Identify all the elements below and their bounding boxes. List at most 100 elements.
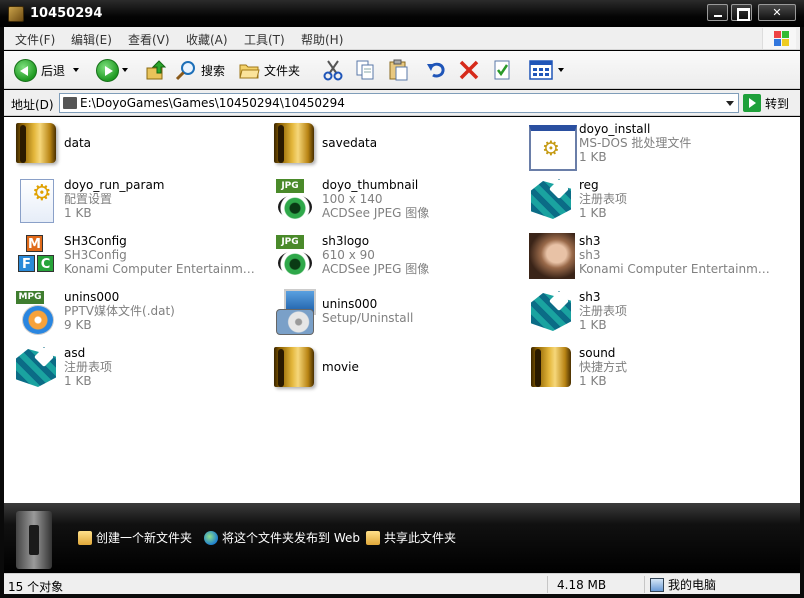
- media-file-icon: [12, 287, 60, 335]
- file-item[interactable]: sh3 注册表项 1 KB: [523, 285, 773, 337]
- config-file-icon: [12, 175, 60, 223]
- file-type: 注册表项: [64, 360, 113, 374]
- undo-button[interactable]: [425, 58, 447, 82]
- forward-arrow-icon: [96, 58, 119, 82]
- maximize-button[interactable]: [731, 4, 752, 21]
- file-item[interactable]: movie: [266, 341, 516, 393]
- chevron-down-icon[interactable]: [122, 68, 128, 72]
- file-name: savedata: [322, 136, 378, 150]
- file-item[interactable]: MFC SH3Config SH3Config Konami Computer En…: [8, 229, 259, 281]
- share-folder-icon: [366, 530, 380, 545]
- task-share-folder[interactable]: 共享此文件夹: [366, 529, 456, 546]
- task-publish-web[interactable]: 将这个文件夹发布到 Web: [204, 529, 360, 546]
- search-button[interactable]: 搜索: [175, 58, 225, 82]
- delete-button[interactable]: [458, 58, 480, 82]
- object-count: 15 个对象: [8, 580, 64, 594]
- file-name: movie: [322, 360, 359, 374]
- file-name: sound: [579, 346, 616, 360]
- file-item[interactable]: doyo_thumbnail100 x 140ACDSee JPEG 图像: [266, 173, 516, 225]
- menu-favorites[interactable]: 收藏(A): [186, 31, 228, 48]
- window-title: 10450294: [30, 6, 103, 21]
- file-type: ACDSee JPEG 图像: [322, 262, 430, 276]
- window-border: [800, 27, 804, 598]
- menu-help[interactable]: 帮助(H): [301, 31, 343, 48]
- file-item[interactable]: unins000 Setup/Uninstall: [266, 285, 516, 337]
- search-icon: [175, 61, 195, 81]
- explorer-window: 10450294 ✕ 文件(F) 编辑(E) 查看(V) 收藏(A) 工具(T)…: [0, 0, 804, 598]
- file-size: 1 KB: [64, 206, 92, 220]
- paste-button[interactable]: [387, 58, 409, 82]
- copy-button[interactable]: [354, 58, 376, 82]
- file-name: doyo_install: [579, 122, 651, 136]
- file-company: Konami Computer Entertainment ...: [579, 262, 774, 276]
- close-button[interactable]: ✕: [758, 4, 796, 21]
- file-item[interactable]: unins000PPTV媒体文件(.dat)9 KB: [8, 285, 258, 337]
- file-item[interactable]: doyo_run_param配置设置1 KB: [8, 173, 258, 225]
- folders-button[interactable]: 文件夹: [238, 58, 300, 82]
- setup-icon: [270, 287, 318, 335]
- window-border: [0, 27, 4, 598]
- chevron-down-icon[interactable]: [722, 95, 737, 111]
- file-item[interactable]: sound 快捷方式 1 KB: [523, 341, 773, 393]
- window-border: [0, 594, 804, 598]
- properties-button[interactable]: [491, 58, 513, 82]
- menu-view[interactable]: 查看(V): [128, 31, 170, 48]
- cut-button[interactable]: [322, 58, 344, 82]
- file-list-pane[interactable]: data savedata doyo_installMS-DOS 批处理文件1 …: [4, 117, 800, 503]
- back-button[interactable]: 后退: [14, 58, 80, 82]
- address-path[interactable]: E:\DoyoGames\Games\10450294\10450294: [80, 96, 345, 110]
- jpeg-image-icon: [270, 175, 318, 223]
- total-size: 4.18 MB: [557, 578, 607, 592]
- task-share-label: 共享此文件夹: [384, 531, 457, 545]
- folder-tasks-pane: 创建一个新文件夹 将这个文件夹发布到 Web 共享此文件夹: [4, 503, 800, 573]
- file-item[interactable]: data: [8, 117, 258, 169]
- go-label: 转到: [765, 96, 790, 111]
- file-description: SH3Config: [64, 248, 127, 262]
- location-label: 我的电脑: [668, 578, 717, 592]
- shortcut-folder-icon: [527, 343, 575, 391]
- chevron-down-icon[interactable]: [558, 68, 564, 72]
- file-name: doyo_run_param: [64, 178, 165, 192]
- mfc-app-icon: MFC: [12, 231, 60, 279]
- address-label: 地址(D): [11, 98, 54, 112]
- file-item[interactable]: asd 注册表项 1 KB: [8, 341, 258, 393]
- task-new-folder-label: 创建一个新文件夹: [96, 531, 193, 545]
- file-name: sh3: [579, 290, 601, 304]
- views-grid-icon: [529, 60, 553, 80]
- forward-button[interactable]: [96, 58, 128, 82]
- address-input[interactable]: E:\DoyoGames\Games\10450294\10450294: [59, 93, 739, 113]
- file-type: 注册表项: [579, 304, 628, 318]
- file-item[interactable]: doyo_installMS-DOS 批处理文件1 KB: [523, 117, 773, 171]
- registry-file-icon: [527, 287, 575, 335]
- chevron-down-icon[interactable]: [73, 68, 80, 72]
- delete-x-icon: [459, 60, 479, 80]
- file-item[interactable]: sh3logo610 x 90ACDSee JPEG 图像: [266, 229, 516, 281]
- title-bar[interactable]: 10450294 ✕: [0, 0, 804, 27]
- views-button[interactable]: [529, 58, 564, 82]
- menu-edit[interactable]: 编辑(E): [71, 31, 112, 48]
- file-item[interactable]: reg 注册表项 1 KB: [523, 173, 773, 225]
- file-type: MS-DOS 批处理文件: [579, 136, 692, 150]
- file-name: reg: [579, 178, 599, 192]
- go-button[interactable]: 转到: [743, 93, 789, 113]
- menu-bar: 文件(F) 编辑(E) 查看(V) 收藏(A) 工具(T) 帮助(H): [4, 27, 800, 50]
- file-type: 配置设置: [64, 192, 113, 206]
- up-folder-button[interactable]: [145, 58, 167, 82]
- file-name: unins000: [322, 297, 378, 311]
- menu-tools[interactable]: 工具(T): [244, 31, 285, 48]
- task-new-folder[interactable]: 创建一个新文件夹: [78, 529, 192, 546]
- file-name: sh3logo: [322, 234, 370, 248]
- scissors-icon: [323, 60, 343, 81]
- folder-app-icon[interactable]: [8, 6, 24, 22]
- file-item[interactable]: sh3 sh3 Konami Computer Entertainment ...: [523, 229, 774, 281]
- menu-file[interactable]: 文件(F): [15, 31, 55, 48]
- file-name: unins000: [64, 290, 120, 304]
- file-name: sh3: [579, 234, 601, 248]
- folder-icon: [270, 343, 318, 391]
- minimize-button[interactable]: [707, 4, 728, 21]
- up-folder-icon: [146, 60, 167, 80]
- file-item[interactable]: savedata: [266, 117, 516, 169]
- registry-file-icon: [12, 343, 60, 391]
- file-description: Setup/Uninstall: [322, 311, 414, 325]
- address-bar: 地址(D) E:\DoyoGames\Games\10450294\104502…: [4, 90, 800, 116]
